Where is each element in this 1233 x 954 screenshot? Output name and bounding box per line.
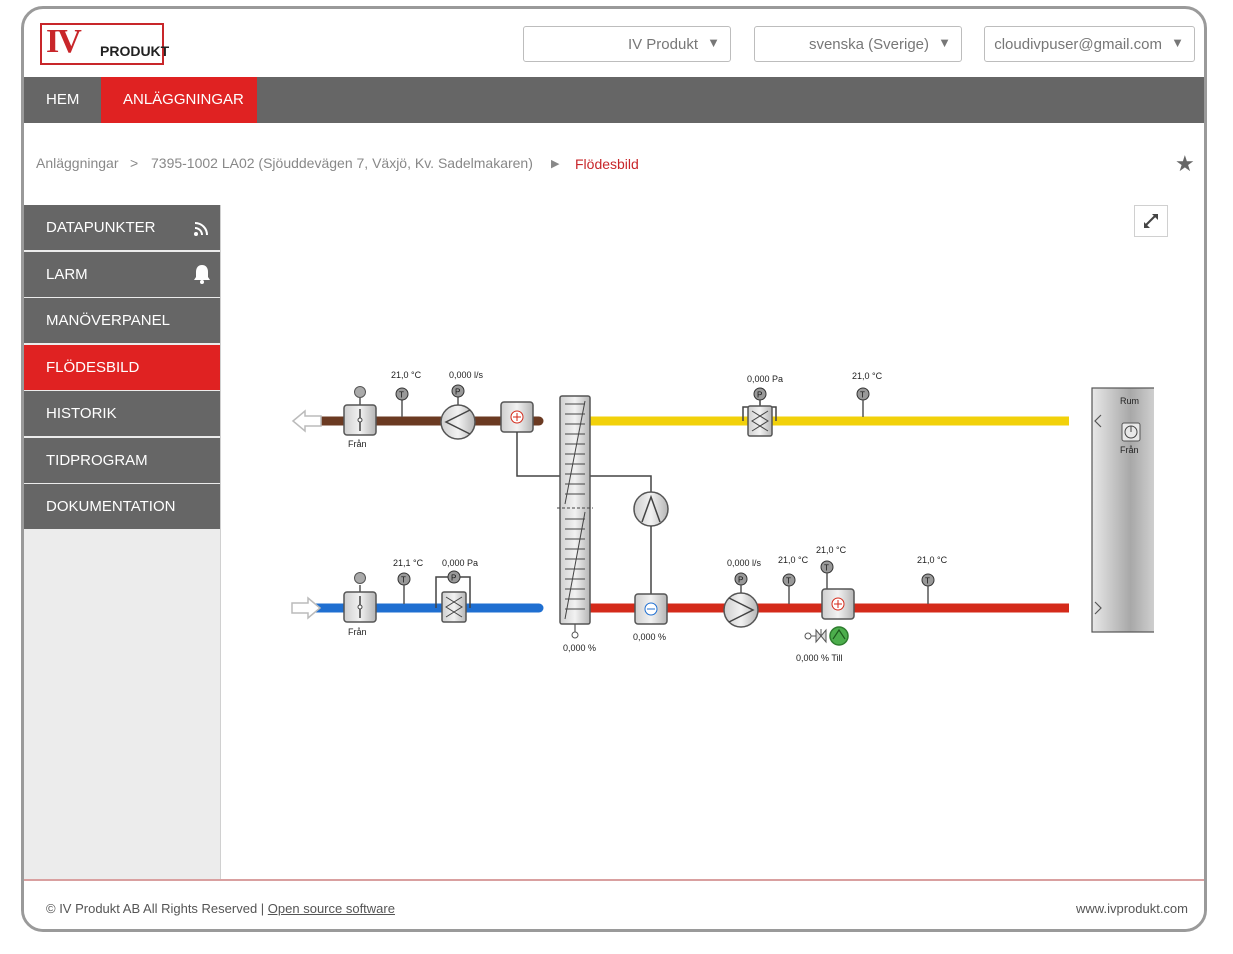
svg-text:T: T bbox=[786, 577, 791, 586]
sidebar-item-datapunkter[interactable]: DATAPUNKTER bbox=[24, 205, 220, 250]
outdoor-filter[interactable]: P bbox=[435, 570, 471, 623]
breadcrumb-separator: > bbox=[130, 155, 139, 171]
extract-temp-value: 21,0 °C bbox=[852, 371, 883, 381]
copyright-text: © IV Produkt AB All Rights Reserved | bbox=[46, 901, 265, 916]
svg-text:T: T bbox=[925, 577, 930, 586]
svg-text:P: P bbox=[455, 388, 460, 397]
supply-temp-sensor-3[interactable]: T bbox=[921, 573, 935, 604]
extract-pressure-value: 0,000 Pa bbox=[747, 374, 783, 384]
chevron-down-icon: ▼ bbox=[707, 35, 720, 50]
exhaust-temp-sensor[interactable]: T bbox=[395, 387, 409, 417]
supply-temp-3-value: 21,0 °C bbox=[917, 555, 948, 565]
room-switch-label: Från bbox=[1120, 445, 1139, 455]
supply-flow-value: 0,000 l/s bbox=[727, 558, 762, 568]
svg-text:P: P bbox=[451, 574, 456, 583]
outdoor-temp-sensor[interactable]: T bbox=[397, 572, 411, 604]
exhaust-arrow-icon bbox=[291, 409, 322, 433]
exhaust-damper[interactable] bbox=[343, 386, 377, 436]
svg-text:T: T bbox=[401, 576, 406, 585]
supply-heater[interactable] bbox=[821, 588, 855, 620]
heater-valve-value: 0,000 % Till bbox=[796, 653, 843, 663]
sidebar-item-dokumentation[interactable]: DOKUMENTATION bbox=[24, 484, 220, 529]
room-switch-icon[interactable] bbox=[1121, 422, 1141, 442]
control-connection bbox=[590, 475, 652, 493]
svg-text:P: P bbox=[757, 391, 762, 400]
sidebar-item-label: DOKUMENTATION bbox=[46, 498, 176, 515]
breadcrumb-separator-arrow: ▶ bbox=[551, 158, 560, 170]
cooler[interactable] bbox=[634, 593, 668, 625]
footer: © IV Produkt AB All Rights Reserved | Op… bbox=[24, 881, 1204, 929]
svg-text:T: T bbox=[860, 391, 865, 400]
user-select-value: cloudivpuser@gmail.com bbox=[994, 36, 1162, 53]
sidebar-item-label: HISTORIK bbox=[46, 405, 117, 422]
app-frame: IV PRODUKT IV Produkt ▼ svenska (Sverige… bbox=[21, 6, 1207, 932]
supply-temp-sensor-2[interactable]: T bbox=[820, 560, 834, 593]
supply-temp-2-value: 21,0 °C bbox=[816, 545, 847, 555]
sidebar-item-larm[interactable]: LARM bbox=[24, 252, 220, 297]
sidebar-item-label: DATAPUNKTER bbox=[46, 219, 156, 236]
sidebar-item-tidprogram[interactable]: TIDPROGRAM bbox=[24, 438, 220, 483]
outdoor-damper[interactable] bbox=[343, 572, 377, 623]
svg-text:T: T bbox=[399, 391, 404, 400]
sidebar: DATAPUNKTER LARM MANÖVERPANEL FLÖDESBILD… bbox=[24, 205, 221, 880]
chevron-down-icon: ▼ bbox=[938, 35, 951, 50]
logo-iv-text: IV bbox=[46, 23, 82, 60]
sidebar-item-label: FLÖDESBILD bbox=[46, 359, 140, 376]
extract-filter[interactable]: P bbox=[742, 387, 777, 437]
supply-temp-1-value: 21,0 °C bbox=[778, 555, 809, 565]
breadcrumb-installation[interactable]: 7395-1002 LA02 (Sjöuddevägen 7, Växjö, K… bbox=[151, 155, 533, 171]
cooler-value: 0,000 % bbox=[633, 632, 666, 642]
exhaust-damper-label: Från bbox=[348, 439, 367, 449]
heater-pump[interactable] bbox=[829, 626, 849, 646]
language-select-value: svenska (Sverige) bbox=[808, 36, 929, 53]
company-select[interactable]: IV Produkt ▼ bbox=[523, 26, 731, 62]
supply-temp-sensor-1[interactable]: T bbox=[782, 573, 796, 604]
exhaust-temp-value: 21,0 °C bbox=[391, 370, 422, 380]
sidebar-item-manoverpanel[interactable]: MANÖVERPANEL bbox=[24, 298, 220, 343]
room-label: Rum bbox=[1120, 396, 1139, 406]
outdoor-pressure-value: 0,000 Pa bbox=[442, 558, 478, 568]
nav-home[interactable]: HEM bbox=[24, 77, 101, 123]
exhaust-flow-value: 0,000 l/s bbox=[449, 370, 484, 380]
breadcrumb-current: Flödesbild bbox=[575, 156, 639, 172]
chevron-down-icon: ▼ bbox=[1171, 35, 1184, 50]
intake-arrow-icon bbox=[291, 596, 322, 620]
website-link[interactable]: www.ivprodukt.com bbox=[1076, 901, 1188, 916]
user-select[interactable]: cloudivpuser@gmail.com ▼ bbox=[984, 26, 1195, 62]
heater-valve[interactable] bbox=[804, 628, 827, 644]
nav-installations[interactable]: ANLÄGGNINGAR bbox=[101, 77, 257, 123]
iv-produkt-logo[interactable]: IV PRODUKT bbox=[40, 23, 169, 65]
sidebar-item-historik[interactable]: HISTORIK bbox=[24, 391, 220, 436]
heat-exchanger[interactable] bbox=[557, 395, 593, 639]
control-connection bbox=[516, 432, 560, 477]
heat-exchanger-value: 0,000 % bbox=[563, 643, 596, 653]
sidebar-item-label: MANÖVERPANEL bbox=[46, 312, 170, 329]
sidebar-item-label: TIDPROGRAM bbox=[46, 452, 148, 469]
sidebar-item-flodesbild[interactable]: FLÖDESBILD bbox=[24, 345, 220, 390]
open-source-link[interactable]: Open source software bbox=[268, 901, 395, 916]
supply-fan[interactable]: P bbox=[723, 572, 759, 628]
footer-copyright: © IV Produkt AB All Rights Reserved | Op… bbox=[46, 901, 395, 916]
main-nav: HEM ANLÄGGNINGAR bbox=[24, 77, 1204, 123]
cooling-compressor[interactable] bbox=[633, 491, 669, 594]
flow-diagram: Från T 21,0 °C P 0,000 l/s 0,000 % 0,000… bbox=[291, 370, 1154, 663]
expand-arrows-icon bbox=[1144, 214, 1158, 228]
logo-produkt-text: PRODUKT bbox=[100, 43, 170, 59]
svg-text:P: P bbox=[738, 576, 743, 585]
favorite-star-icon[interactable]: ★ bbox=[1175, 151, 1195, 177]
language-select[interactable]: svenska (Sverige) ▼ bbox=[754, 26, 962, 62]
company-select-value: IV Produkt bbox=[627, 36, 698, 53]
svg-text:T: T bbox=[824, 564, 829, 573]
sidebar-item-label: LARM bbox=[46, 266, 88, 283]
fullscreen-button[interactable] bbox=[1134, 205, 1168, 237]
outdoor-damper-label: Från bbox=[348, 627, 367, 637]
exhaust-fan[interactable]: P bbox=[440, 384, 476, 440]
breadcrumb-root[interactable]: Anläggningar bbox=[36, 155, 119, 171]
extract-temp-sensor[interactable]: T bbox=[856, 387, 870, 417]
outdoor-temp-value: 21,1 °C bbox=[393, 558, 424, 568]
exhaust-heater[interactable] bbox=[500, 401, 534, 433]
